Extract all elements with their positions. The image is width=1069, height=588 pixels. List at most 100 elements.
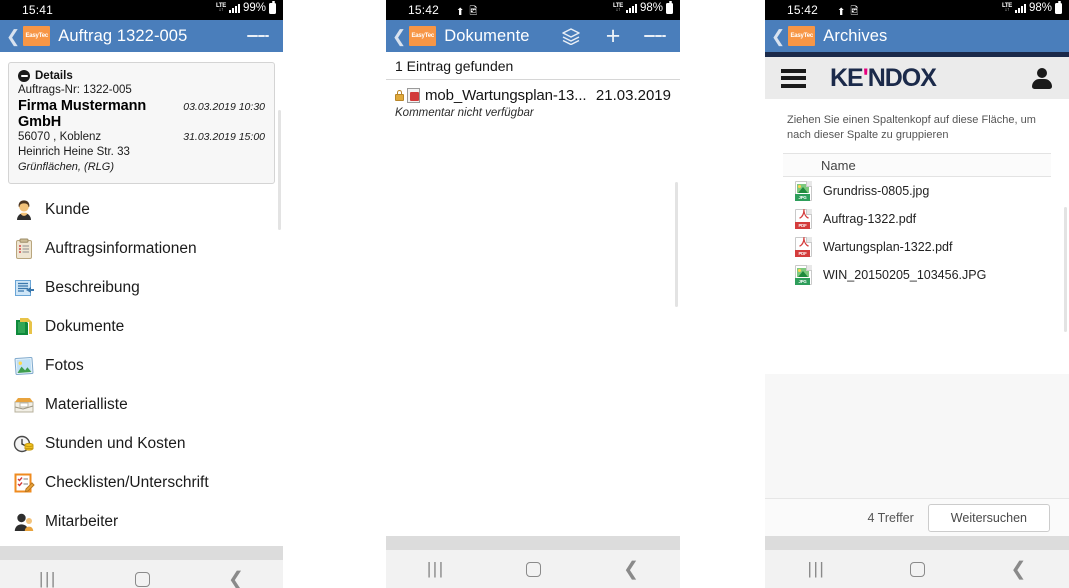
menu-item-mitarbeiter[interactable]: Mitarbeiter [0, 502, 283, 541]
kendox-header: KE'NDOX [765, 57, 1069, 99]
status-right-icons: LTE ↓↑ 99% [216, 0, 276, 14]
menu-item-label: Kunde [45, 200, 90, 218]
status-time: 15:41 [22, 3, 54, 17]
bottom-gap-band [386, 536, 680, 550]
back-chevron-icon[interactable]: ❮ [771, 28, 785, 45]
filter-icon[interactable] [247, 25, 269, 47]
upload-icon: ⬆ [837, 7, 846, 18]
scrollbar[interactable] [1064, 207, 1067, 332]
menu-item-kunde[interactable]: Kunde [0, 190, 283, 229]
file-row[interactable]: JPG WIN_20150205_103456.JPG [765, 261, 1069, 289]
company-row: Firma Mustermann GmbH 03.03.2019 10:30 [18, 98, 265, 130]
back-chevron-icon[interactable]: ❮ [6, 28, 20, 45]
bottom-gap-band [0, 546, 283, 560]
status-right-icons: LTE ↓↑ 98% [1001, 0, 1062, 14]
phone-screenshot-auftrag: 15:41 LTE ↓↑ 99% ❮ EasyTec Auftrag 1322-0… [0, 0, 283, 588]
document-name: mob_Wartungsplan-13... [425, 87, 587, 104]
battery-icon [269, 0, 276, 14]
group-hint: Ziehen Sie einen Spaltenkopf auf diese F… [787, 114, 1036, 141]
status-right-icons: LTE ↓↑ 98% [613, 0, 673, 14]
column-header-name[interactable]: Name [783, 153, 1051, 177]
back-icon[interactable]: ❮ [1011, 560, 1027, 579]
file-name: Wartungsplan-1322.pdf [823, 240, 953, 254]
document-date: 21.03.2019 [595, 87, 671, 104]
page-title: Archives [823, 26, 888, 45]
file-type-tag: JPG [795, 194, 810, 201]
menu-item-dokumente[interactable]: Dokumente [0, 307, 283, 346]
recent-apps-icon[interactable]: ||| [427, 559, 445, 579]
kendox-logo: KE'NDOX [830, 63, 937, 93]
home-icon[interactable] [910, 561, 926, 577]
employee-icon [13, 511, 35, 533]
plus-icon[interactable]: + [602, 24, 624, 49]
jpg-file-icon: JPG [795, 181, 812, 201]
document-list-item[interactable]: mob_Wartungsplan-13... 21.03.2019 Kommen… [386, 80, 680, 125]
scrollbar[interactable] [675, 182, 678, 307]
company-name: Firma Mustermann GmbH [18, 98, 147, 130]
menu-item-stunden-und-kosten[interactable]: Stunden und Kosten [0, 424, 283, 463]
menu-item-auftragsinformationen[interactable]: Auftragsinformationen [0, 229, 283, 268]
three-phone-screenshots: 15:41 LTE ↓↑ 99% ❮ EasyTec Auftrag 1322-0… [0, 0, 1069, 588]
menu-item-label: Auftragsinformationen [45, 239, 197, 257]
menu-item-label: Dokumente [45, 317, 125, 335]
order-number: Auftrags-Nr: 1322-005 [18, 84, 132, 96]
menu-item-label: Fotos [45, 356, 84, 374]
pdf-file-icon [407, 88, 420, 103]
file-row[interactable]: 人 PDF Wartungsplan-1322.pdf [765, 233, 1069, 261]
status-bar: 15:41 LTE ↓↑ 99% [0, 0, 283, 20]
menu-item-checklisten-unterschrift[interactable]: Checklisten/Unterschrift [0, 463, 283, 502]
back-icon[interactable]: ❮ [228, 570, 244, 588]
pdf-file-icon: 人 PDF [795, 237, 812, 257]
collapse-minus-icon[interactable] [18, 70, 30, 82]
archives-panel: Ziehen Sie einen Spaltenkopf auf diese F… [765, 99, 1069, 374]
network-type-icon: LTE ↓↑ [1001, 3, 1012, 13]
menu-item-beschreibung[interactable]: Beschreibung [0, 268, 283, 307]
easytec-logo: EasyTec [788, 26, 816, 46]
easytec-logo: EasyTec [23, 26, 51, 46]
battery-icon [1055, 0, 1062, 14]
documents-icon [13, 316, 35, 338]
phone-screenshot-dokumente: 15:42 ⬆ 🖻 LTE ↓↑ 98% ❮ EasyTec Dokumente … [386, 0, 680, 588]
customer-icon [13, 199, 35, 221]
description-icon [13, 277, 35, 299]
home-icon[interactable] [134, 571, 150, 587]
menu-item-fotos[interactable]: Fotos [0, 346, 283, 385]
pdf-file-icon: 人 PDF [795, 209, 812, 229]
clock-money-icon [13, 433, 35, 455]
android-nav-bar: ||| ❮ [0, 560, 283, 588]
file-row[interactable]: 人 PDF Auftrag-1322.pdf [765, 205, 1069, 233]
file-name: Auftrag-1322.pdf [823, 212, 917, 226]
home-icon[interactable] [526, 561, 542, 577]
bottom-gap-band [765, 536, 1069, 550]
layers-icon[interactable] [560, 25, 582, 47]
details-card-header[interactable]: Details [18, 70, 265, 82]
kendox-logo-part1: KE [830, 63, 864, 92]
app-bar-actions [247, 25, 277, 47]
app-bar: ❮ EasyTec Archives [765, 20, 1069, 52]
user-account-icon[interactable] [1031, 67, 1053, 89]
menu-item-materialliste[interactable]: Materialliste [0, 385, 283, 424]
status-left-icons: ⬆ 🖻 [837, 4, 858, 21]
app-bar: ❮ EasyTec Dokumente + [386, 20, 680, 52]
recent-apps-icon[interactable]: ||| [808, 559, 826, 579]
signal-bars-icon [1014, 3, 1026, 13]
back-icon[interactable]: ❮ [623, 560, 639, 579]
page-title: Dokumente [444, 26, 530, 45]
phone-screenshot-archives: 15:42 ⬆ 🖻 LTE ↓↑ 98% ❮ EasyTec Archives K… [765, 0, 1069, 588]
app-bar-actions: + [560, 24, 674, 49]
scrollbar[interactable] [278, 110, 281, 230]
status-time: 15:42 [408, 3, 440, 17]
back-chevron-icon[interactable]: ❮ [392, 28, 406, 45]
battery-icon [666, 0, 673, 14]
filter-icon[interactable] [644, 25, 666, 47]
result-count: 1 Eintrag gefunden [386, 52, 680, 80]
hamburger-icon[interactable] [781, 65, 806, 91]
file-row[interactable]: JPG Grundriss-0805.jpg [765, 177, 1069, 205]
recent-apps-icon[interactable]: ||| [39, 569, 57, 588]
jpg-file-icon: JPG [795, 265, 812, 285]
status-bar: 15:42 ⬆ 🖻 LTE ↓↑ 98% [765, 0, 1069, 20]
details-card[interactable]: Details Auftrags-Nr: 1322-005 Firma Must… [8, 62, 275, 184]
search-more-button[interactable]: Weitersuchen [927, 503, 1050, 532]
battery-percent: 98% [1028, 2, 1052, 14]
kendox-logo-part2: NDOX [867, 63, 937, 92]
